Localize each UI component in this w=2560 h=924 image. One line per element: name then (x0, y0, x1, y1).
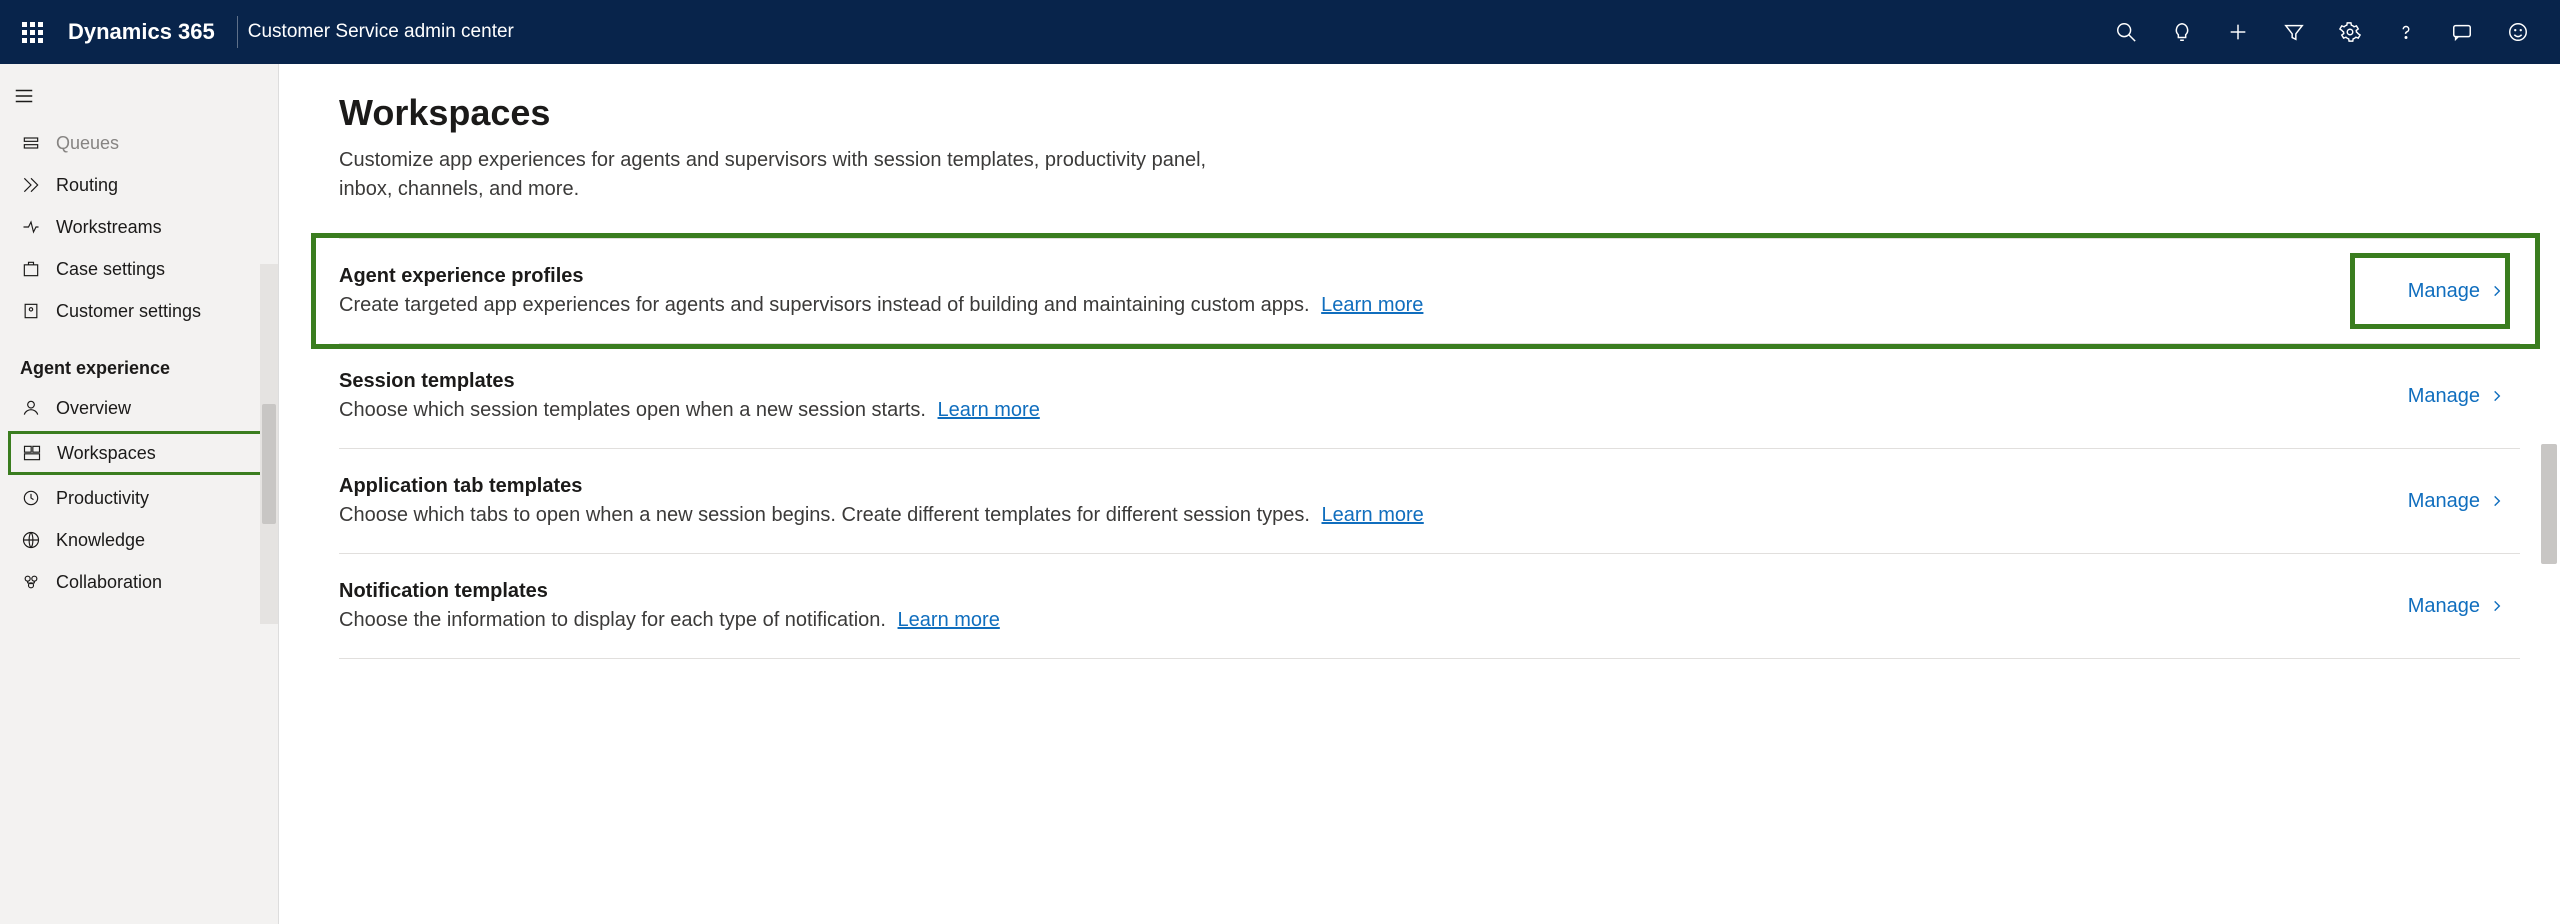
manage-label: Manage (2408, 595, 2480, 618)
routing-icon (20, 174, 42, 196)
sidebar-section-header: Agent experience (0, 332, 278, 387)
chevron-right-icon (2490, 599, 2504, 613)
chevron-right-icon (2490, 284, 2504, 298)
sidebar-scrollbar-thumb[interactable] (262, 404, 276, 524)
card-description: Create targeted app experiences for agen… (339, 294, 1423, 317)
ideas-button[interactable] (2156, 8, 2208, 56)
settings-card: Agent experience profiles Create targeted… (339, 238, 2520, 344)
learn-more-link[interactable]: Learn more (898, 609, 1000, 631)
chat-icon (2451, 21, 2473, 43)
plus-icon (2227, 21, 2249, 43)
sidebar-item-overview[interactable]: Overview (0, 387, 278, 429)
manage-label: Manage (2408, 385, 2480, 408)
settings-button[interactable] (2324, 8, 2376, 56)
sidebar-scrollbar[interactable] (260, 264, 278, 624)
help-icon (2395, 21, 2417, 43)
sidebar-item-label: Productivity (56, 488, 149, 509)
person-icon (20, 397, 42, 419)
manage-label: Manage (2408, 490, 2480, 513)
card-description: Choose which tabs to open when a new ses… (339, 504, 1424, 527)
page-subtitle: Customize app experiences for agents and… (339, 146, 1219, 204)
feedback-button[interactable] (2492, 8, 2544, 56)
sidebar-item-casesett[interactable]: Case settings (0, 248, 278, 290)
queue-icon (20, 132, 42, 154)
sidebar-item-workstr[interactable]: Workstreams (0, 206, 278, 248)
sidebar-item-label: Collaboration (56, 572, 162, 593)
knowledge-icon (20, 529, 42, 551)
sidebar-nav-items: Overview Workspaces Productivity Knowledge C… (0, 387, 278, 603)
sidebar-item-label: Workstreams (56, 217, 162, 238)
collab-icon (20, 571, 42, 593)
cards-list: Agent experience profiles Create targeted… (339, 238, 2520, 659)
sidebar-item-label: Queues (56, 133, 119, 154)
sidebar-item-label: Knowledge (56, 530, 145, 551)
settings-card: Session templates Choose which session te… (339, 344, 2520, 449)
settings-card: Notification templates Choose the informa… (339, 554, 2520, 659)
learn-more-link[interactable]: Learn more (1321, 294, 1423, 316)
chevron-right-icon (2490, 494, 2504, 508)
app-launcher[interactable] (8, 8, 56, 56)
sidebar-item-label: Routing (56, 175, 118, 196)
main-scrollbar[interactable] (2538, 444, 2560, 644)
filter-icon (2283, 21, 2305, 43)
settings-card: Application tab templates Choose which ta… (339, 449, 2520, 554)
chevron-right-icon (2490, 389, 2504, 403)
lightbulb-icon (2171, 21, 2193, 43)
sidebar-toggle[interactable] (0, 76, 48, 116)
sidebar-item-workspaces[interactable]: Workspaces (8, 431, 270, 475)
workspaces-icon (21, 442, 43, 464)
app-name: Customer Service admin center (248, 21, 514, 43)
main-scrollbar-thumb[interactable] (2541, 444, 2557, 564)
waffle-icon (22, 22, 43, 43)
brand-title[interactable]: Dynamics 365 (56, 19, 227, 45)
manage-button[interactable]: Manage (2392, 375, 2520, 418)
top-actions (2100, 8, 2552, 56)
sidebar-item-collaboration[interactable]: Collaboration (0, 561, 278, 603)
brand-divider (237, 16, 238, 48)
search-icon (2115, 21, 2137, 43)
sidebar-item-routing[interactable]: Routing (0, 164, 278, 206)
gear-icon (2339, 21, 2361, 43)
learn-more-link[interactable]: Learn more (938, 399, 1040, 421)
sidebar-item-queues[interactable]: Queues (0, 122, 278, 164)
sidebar-nav-top: Queues Routing Workstreams Case settings Cus… (0, 122, 278, 332)
card-title: Notification templates (339, 580, 1000, 603)
sidebar-item-label: Workspaces (57, 443, 156, 464)
card-title: Agent experience profiles (339, 265, 1423, 288)
sidebar-item-label: Overview (56, 398, 131, 419)
sidebar-item-productivity[interactable]: Productivity (0, 477, 278, 519)
main-content: Workspaces Customize app experiences for… (279, 64, 2560, 924)
sidebar-item-label: Case settings (56, 259, 165, 280)
chat-button[interactable] (2436, 8, 2488, 56)
workstreams-icon (20, 216, 42, 238)
manage-button[interactable]: Manage (2392, 270, 2520, 313)
sidebar-item-knowledge[interactable]: Knowledge (0, 519, 278, 561)
top-bar: Dynamics 365 Customer Service admin cent… (0, 0, 2560, 64)
sidebar-nav-section: Agent experience (0, 332, 278, 387)
card-title: Application tab templates (339, 475, 1424, 498)
help-button[interactable] (2380, 8, 2432, 56)
card-description: Choose which session templates open when… (339, 399, 1040, 422)
sidebar-item-custsett[interactable]: Customer settings (0, 290, 278, 332)
productivity-icon (20, 487, 42, 509)
customer-icon (20, 300, 42, 322)
hamburger-icon (13, 85, 35, 107)
manage-button[interactable]: Manage (2392, 480, 2520, 523)
card-title: Session templates (339, 370, 1040, 393)
learn-more-link[interactable]: Learn more (1322, 504, 1424, 526)
manage-button[interactable]: Manage (2392, 585, 2520, 628)
filter-button[interactable] (2268, 8, 2320, 56)
add-button[interactable] (2212, 8, 2264, 56)
page-title: Workspaces (339, 92, 2520, 134)
card-description: Choose the information to display for ea… (339, 609, 1000, 632)
sidebar: Queues Routing Workstreams Case settings Cus… (0, 64, 279, 924)
search-button[interactable] (2100, 8, 2152, 56)
case-icon (20, 258, 42, 280)
smiley-icon (2507, 21, 2529, 43)
manage-label: Manage (2408, 280, 2480, 303)
sidebar-item-label: Customer settings (56, 301, 201, 322)
